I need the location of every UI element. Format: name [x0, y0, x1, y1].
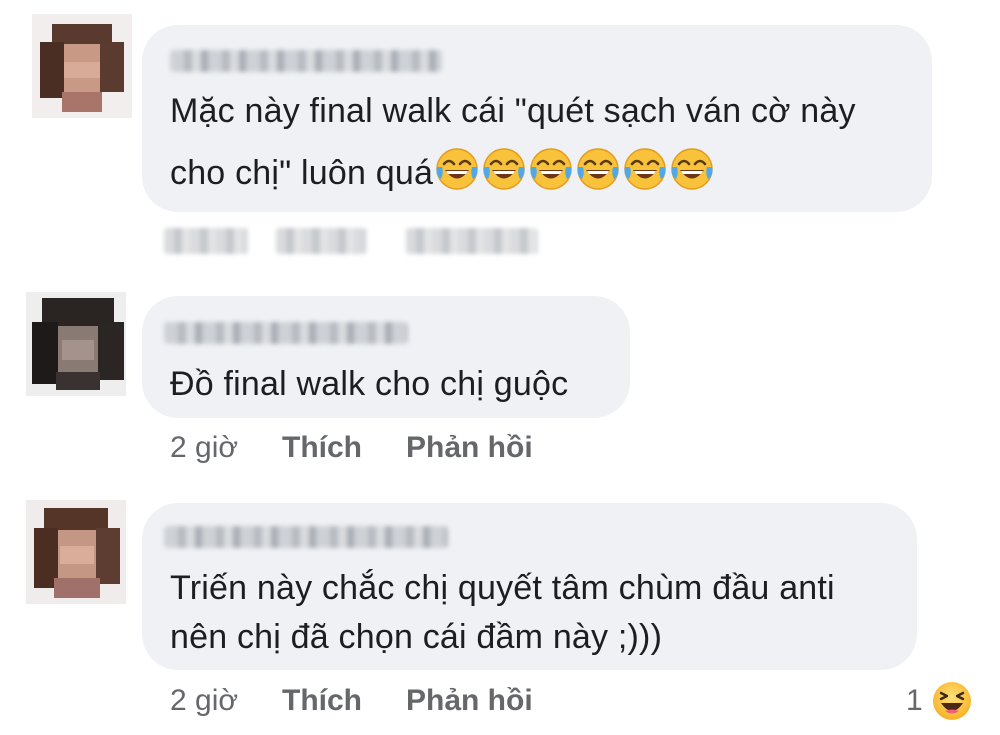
laughing-tears-emoji-icon	[624, 148, 666, 190]
comment-text-line: Đồ final walk cho chị guộc	[170, 365, 569, 403]
comment-text-line: nên chị đã chọn cái đầm này ;)))	[170, 618, 663, 656]
laughing-tears-emoji-icon	[671, 148, 713, 190]
comment-time: 2 giờ	[170, 684, 239, 717]
time-redacted	[164, 228, 248, 254]
like-button-redacted[interactable]	[276, 228, 366, 254]
comment-text-fragment: cho chị" luôn quá	[170, 154, 434, 192]
reaction-count[interactable]: 1	[906, 684, 923, 718]
reply-button[interactable]: Phản hồi	[406, 684, 533, 718]
laughing-tears-emoji-icon	[577, 148, 619, 190]
commenter-name-redacted[interactable]	[164, 322, 408, 344]
comment-text-line: cho chị" luôn quá	[170, 142, 715, 204]
comment-time: 2 giờ	[170, 431, 239, 464]
laughing-tears-emoji-icon	[483, 148, 525, 190]
like-button[interactable]: Thích	[282, 684, 362, 718]
reply-button-redacted[interactable]	[406, 228, 538, 254]
avatar[interactable]	[26, 500, 126, 604]
commenter-name-redacted[interactable]	[170, 50, 442, 72]
haha-emoji-icon[interactable]	[932, 681, 972, 721]
like-button[interactable]: Thích	[282, 431, 362, 465]
laughing-tears-emoji-icon	[530, 148, 572, 190]
comment-text-line: Mặc này final walk cái "quét sạch ván cờ…	[170, 92, 856, 130]
laughing-tears-emoji-icon	[436, 148, 478, 190]
avatar[interactable]	[32, 14, 132, 118]
reply-button[interactable]: Phản hồi	[406, 431, 533, 465]
commenter-name-redacted[interactable]	[164, 526, 448, 548]
emoji-row	[433, 148, 715, 192]
avatar[interactable]	[26, 292, 126, 396]
